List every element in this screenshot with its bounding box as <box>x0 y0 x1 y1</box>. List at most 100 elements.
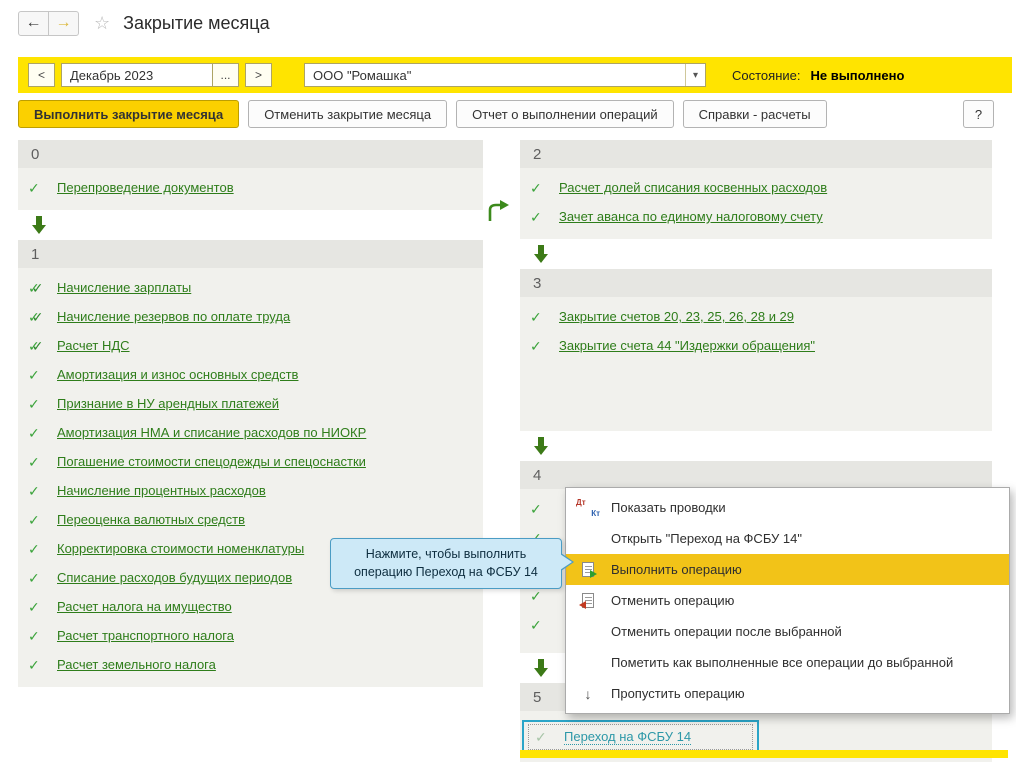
menu-item-label: Отменить операции после выбранной <box>611 624 842 639</box>
empty-icon <box>576 529 600 549</box>
double-check-icon <box>28 339 48 353</box>
period-input[interactable]: Декабрь 2023 <box>61 63 213 87</box>
section-3: 3 Закрытие счетов 20, 23, 25, 26, 28 и 2… <box>520 269 992 431</box>
back-button[interactable]: ← <box>18 11 49 36</box>
state-label: Состояние: <box>732 68 800 83</box>
flow-down-arrow-icon <box>520 431 992 461</box>
references-calculations-button[interactable]: Справки - расчеты <box>683 100 827 128</box>
operation-link[interactable]: Расчет НДС <box>57 338 130 353</box>
operation-link[interactable]: Закрытие счета 44 "Издержки обращения" <box>559 338 815 353</box>
operation-link[interactable]: Начисление процентных расходов <box>57 483 266 498</box>
menu-item-label: Пропустить операцию <box>611 686 745 701</box>
menu-item-label: Открыть "Переход на ФСБУ 14" <box>611 531 802 546</box>
operation-row: Расчет долей списания косвенных расходов <box>520 173 992 202</box>
check-icon <box>530 589 550 603</box>
check-icon <box>28 629 48 643</box>
actions-toolbar: Выполнить закрытие месяца Отменить закры… <box>18 100 994 128</box>
next-period-button[interactable]: > <box>245 63 272 87</box>
operation-link-perehod-fsbu-14[interactable]: Переход на ФСБУ 14 <box>564 729 691 745</box>
operation-link[interactable]: Амортизация НМА и списание расходов по Н… <box>57 425 366 440</box>
section-0-number: 0 <box>18 140 483 168</box>
empty-icon <box>576 622 600 642</box>
hint-callout: Нажмите, чтобы выполнить операцию Перехо… <box>330 538 562 589</box>
execute-document-icon <box>576 560 600 580</box>
flow-down-arrow-icon <box>520 239 992 269</box>
empty-icon <box>576 653 600 673</box>
check-icon <box>530 502 550 516</box>
operation-link[interactable]: Переоценка валютных средств <box>57 512 245 527</box>
period-choose-button[interactable]: ... <box>212 63 239 87</box>
check-icon <box>28 513 48 527</box>
skip-arrow-icon: ↓ <box>576 684 600 704</box>
menu-item-skip-operation[interactable]: ↓ Пропустить операцию <box>566 678 1009 709</box>
operation-link[interactable]: Расчет налога на имущество <box>57 599 232 614</box>
operations-report-button[interactable]: Отчет о выполнении операций <box>456 100 674 128</box>
operation-link[interactable]: Перепроведение документов <box>57 180 234 195</box>
check-icon <box>530 310 550 324</box>
window-header: ← → ☆ Закрытие месяца <box>0 0 1016 46</box>
forward-button[interactable]: → <box>48 11 79 36</box>
operation-link[interactable]: Погашение стоимости спецодежды и спецосн… <box>57 454 366 469</box>
operation-row: Расчет НДС <box>18 331 483 360</box>
dt-kt-icon: Дт Кт <box>576 498 600 518</box>
check-icon <box>28 455 48 469</box>
operation-link[interactable]: Амортизация и износ основных средств <box>57 367 298 382</box>
organization-select[interactable]: ООО "Ромашка" ▾ <box>304 63 706 87</box>
operation-link[interactable]: Закрытие счетов 20, 23, 25, 26, 28 и 29 <box>559 309 794 324</box>
operation-link[interactable]: Списание расходов будущих периодов <box>57 570 292 585</box>
section-2: 2 Расчет долей списания косвенных расход… <box>520 140 992 239</box>
menu-item-show-postings[interactable]: Дт Кт Показать проводки <box>566 492 1009 523</box>
operation-row: Погашение стоимости спецодежды и спецосн… <box>18 447 483 476</box>
menu-item-open-operation[interactable]: Открыть "Переход на ФСБУ 14" <box>566 523 1009 554</box>
hint-line-2: операцию Переход на ФСБУ 14 <box>339 564 553 582</box>
operation-row: Начисление резервов по оплате труда <box>18 302 483 331</box>
section-0: 0 Перепроведение документов <box>18 140 483 210</box>
period-toolbar: < Декабрь 2023 ... > ООО "Ромашка" ▾ Сос… <box>18 57 1012 93</box>
check-icon <box>28 600 48 614</box>
operation-row: Расчет транспортного налога <box>18 621 483 650</box>
check-icon <box>28 181 48 195</box>
operation-row: Перепроведение документов <box>18 173 483 202</box>
cancel-closing-button[interactable]: Отменить закрытие месяца <box>248 100 447 128</box>
menu-item-execute-operation[interactable]: Выполнить операцию <box>566 554 1009 585</box>
section-1-number: 1 <box>18 240 483 268</box>
menu-item-cancel-operation[interactable]: Отменить операцию <box>566 585 1009 616</box>
operation-link[interactable]: Зачет аванса по единому налоговому счету <box>559 209 823 224</box>
previous-period-button[interactable]: < <box>28 63 55 87</box>
operation-link[interactable]: Признание в НУ арендных платежей <box>57 396 279 411</box>
operation-link[interactable]: Расчет долей списания косвенных расходов <box>559 180 827 195</box>
check-icon <box>28 542 48 556</box>
operation-row: Закрытие счета 44 "Издержки обращения" <box>520 331 992 360</box>
check-icon <box>28 658 48 672</box>
forward-arrow-icon: → <box>56 14 72 32</box>
state-value: Не выполнено <box>810 68 904 83</box>
check-icon <box>28 368 48 382</box>
period-field-group: Декабрь 2023 ... <box>61 63 239 87</box>
operation-row: Начисление процентных расходов <box>18 476 483 505</box>
check-icon <box>28 571 48 585</box>
perform-closing-button[interactable]: Выполнить закрытие месяца <box>18 100 239 128</box>
page-title: Закрытие месяца <box>123 13 269 34</box>
check-icon <box>28 397 48 411</box>
section-1: 1 Начисление зарплаты Начисление резерво… <box>18 240 483 687</box>
back-arrow-icon: ← <box>26 14 42 32</box>
check-icon <box>530 618 550 632</box>
operation-link[interactable]: Расчет земельного налога <box>57 657 216 672</box>
double-check-icon <box>28 310 48 324</box>
favorite-star-icon[interactable]: ☆ <box>94 13 110 34</box>
section-2-number: 2 <box>520 140 992 168</box>
double-check-icon <box>28 281 48 295</box>
operation-link[interactable]: Начисление резервов по оплате труда <box>57 309 290 324</box>
menu-item-cancel-operations-after[interactable]: Отменить операции после выбранной <box>566 616 1009 647</box>
menu-item-label: Выполнить операцию <box>611 562 742 577</box>
operation-row: Переоценка валютных средств <box>18 505 483 534</box>
menu-item-mark-executed-before[interactable]: Пометить как выполненные все операции до… <box>566 647 1009 678</box>
check-icon <box>530 181 550 195</box>
operation-link[interactable]: Корректировка стоимости номенклатуры <box>57 541 304 556</box>
chevron-down-icon[interactable]: ▾ <box>685 64 705 86</box>
help-button[interactable]: ? <box>963 100 994 128</box>
operation-link[interactable]: Начисление зарплаты <box>57 280 191 295</box>
flow-curve-arrow-icon <box>486 200 510 225</box>
operation-row: Зачет аванса по единому налоговому счету <box>520 202 992 231</box>
operation-link[interactable]: Расчет транспортного налога <box>57 628 234 643</box>
